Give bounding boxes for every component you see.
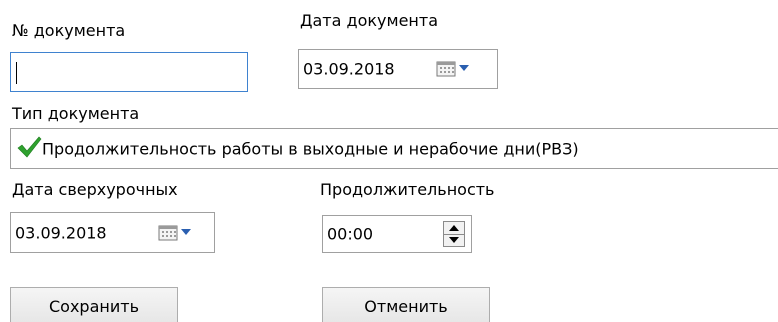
overtime-document-form: № документа Дата документа 03.09.2018 Ти…	[0, 0, 778, 322]
text-caret	[16, 62, 17, 84]
overtime-date-label: Дата сверхурочных	[12, 180, 178, 199]
overtime-date-value: 03.09.2018	[15, 223, 107, 242]
doc-type-value: Продолжительность работы в выходные и не…	[42, 139, 579, 158]
chevron-down-icon	[459, 65, 469, 71]
calendar-icon	[158, 225, 178, 240]
save-button[interactable]: Сохранить	[10, 287, 178, 322]
doc-date-picker-button[interactable]	[436, 58, 472, 80]
doc-date-value: 03.09.2018	[303, 59, 395, 79]
overtime-date-picker-button[interactable]	[158, 222, 194, 244]
duration-value: 00:00	[327, 224, 374, 244]
doc-date-field[interactable]: 03.09.2018	[298, 49, 498, 89]
doc-type-label: Тип документа	[12, 104, 140, 123]
check-icon	[17, 136, 42, 158]
cancel-button[interactable]: Отменить	[322, 287, 490, 322]
duration-label: Продолжительность	[320, 180, 495, 199]
duration-spinner[interactable]	[443, 221, 465, 247]
overtime-date-field[interactable]: 03.09.2018	[10, 212, 215, 253]
calendar-icon	[436, 61, 456, 77]
arrow-down-icon	[449, 237, 459, 243]
doc-date-label: Дата документа	[300, 11, 438, 30]
doc-type-field[interactable]: Продолжительность работы в выходные и не…	[10, 128, 778, 169]
chevron-down-icon	[181, 228, 191, 235]
arrow-up-icon	[449, 225, 459, 231]
duration-input[interactable]: 00:00	[322, 215, 472, 253]
doc-number-input[interactable]	[10, 52, 248, 92]
doc-number-label: № документа	[12, 21, 126, 40]
spin-down-button[interactable]	[444, 234, 464, 246]
